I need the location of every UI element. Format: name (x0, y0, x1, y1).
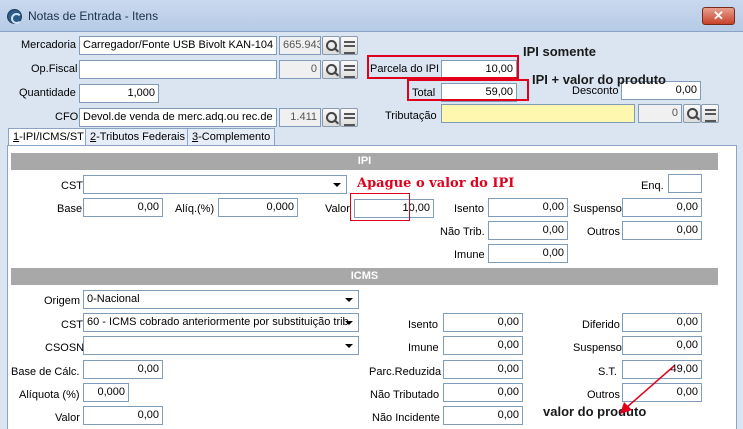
icms-csosn-select[interactable] (83, 336, 359, 355)
ipi-aliq-label: Alíq.(%) (175, 203, 215, 215)
icms-cst-value: 60 - ICMS cobrado anteriormente por subs… (87, 316, 349, 328)
mercadoria-field[interactable]: Carregador/Fonte USB Bivolt KAN-104 - (79, 36, 277, 55)
ipi-cst-select[interactable] (83, 175, 347, 194)
ipi-enq-label: Enq. (641, 180, 664, 192)
cfo-label: CFO (55, 111, 79, 123)
icms-aliq-label: Alíquota (%) (19, 389, 80, 401)
tab-label: -Complemento (198, 131, 271, 143)
icms-base-label: Base de Cálc. (11, 366, 80, 378)
icms-origem-value: 0-Nacional (87, 293, 140, 305)
ipi-imune-field[interactable]: 0,00 (488, 244, 568, 263)
cfo-code-field[interactable]: 1.411 (279, 108, 321, 127)
tributacao-label: Tributação (385, 110, 437, 122)
icms-valor-label: Valor (55, 412, 80, 424)
tributacao-search-icon[interactable] (683, 104, 701, 123)
icms-isento-label: Isento (408, 319, 438, 331)
ipi-suspenso-field[interactable]: 0,00 (622, 198, 702, 217)
title-bar: Notas de Entrada - Itens ✕ (0, 0, 743, 32)
close-button[interactable]: ✕ (702, 7, 735, 25)
ipi-naotrib-field[interactable]: 0,00 (488, 221, 568, 240)
tab-complemento[interactable]: 3-Complemento (187, 128, 276, 146)
ipi-outros-label: Outros (587, 226, 621, 238)
icms-aliq-field[interactable]: 0,000 (83, 383, 129, 402)
ipi-base-label: Base (57, 203, 83, 215)
opfiscal-label: Op.Fiscal (31, 63, 78, 75)
icms-suspenso-field[interactable]: 0,00 (622, 336, 702, 355)
icms-parcred-field[interactable]: 0,00 (443, 360, 523, 379)
quantidade-field[interactable]: 1,000 (79, 84, 159, 103)
annotation-arrow-icon (620, 365, 675, 414)
icms-suspenso-label: Suspenso (573, 342, 622, 354)
tab-tributos-federais[interactable]: 2-Tributos Federais (85, 128, 190, 146)
icms-cst-label: CST (61, 319, 83, 331)
ipi-cst-label: CST (61, 180, 83, 192)
icms-naoinc-label: Não Incidente (372, 412, 440, 424)
ipi-aliq-field[interactable]: 0,000 (218, 198, 298, 217)
tributacao-list-icon[interactable] (701, 104, 719, 123)
ipi-section-header: IPI (11, 153, 718, 170)
icms-naoinc-field[interactable]: 0,00 (443, 406, 523, 425)
opfiscal-list-icon[interactable] (340, 60, 358, 79)
icms-imune-field[interactable]: 0,00 (443, 336, 523, 355)
icms-origem-label: Origem (44, 295, 81, 307)
icms-naotrib-field[interactable]: 0,00 (443, 383, 523, 402)
icms-cst-select[interactable]: 60 - ICMS cobrado anteriormente por subs… (83, 313, 359, 332)
ipi-isento-label: Isento (454, 203, 484, 215)
icms-parcred-label: Parc.Reduzida (369, 366, 442, 378)
cfo-search-icon[interactable] (322, 108, 340, 127)
icms-origem-select[interactable]: 0-Nacional (83, 290, 359, 309)
mercadoria-code-field[interactable]: 665.943 (279, 36, 321, 55)
cfo-field[interactable]: Devol.de venda de merc.adq.ou rec.de (79, 108, 277, 127)
chevron-down-icon (333, 183, 341, 187)
icms-valor-field[interactable]: 0,00 (83, 406, 163, 425)
tab-label: -Tributos Federais (96, 131, 185, 143)
mercadoria-search-icon[interactable] (322, 36, 340, 55)
icms-imune-label: Imune (408, 342, 439, 354)
chevron-down-icon (345, 321, 353, 325)
ipi-naotrib-label: Não Trib. (440, 226, 485, 238)
ipi-suspenso-label: Suspenso (573, 203, 622, 215)
ipi-base-field[interactable]: 0,00 (83, 198, 163, 217)
opfiscal-code-field[interactable]: 0 (279, 60, 321, 79)
ipi-enq-field[interactable] (668, 174, 702, 193)
chevron-down-icon (345, 298, 353, 302)
tributacao-field[interactable] (441, 104, 635, 123)
ipi-valor-highlight (350, 193, 410, 221)
window-title: Notas de Entrada - Itens (28, 9, 159, 23)
mercadoria-list-icon[interactable] (340, 36, 358, 55)
ipi-valor-label: Valor (325, 203, 350, 215)
icms-section-header: ICMS (11, 268, 718, 285)
icms-csosn-label: CSOSN (45, 342, 85, 354)
icms-naotrib-label: Não Tributado (370, 389, 440, 401)
parcela-ipi-highlight (367, 55, 519, 79)
opfiscal-search-icon[interactable] (322, 60, 340, 79)
ipi-imune-label: Imune (454, 249, 485, 261)
tab-label: -IPI/ICMS/ST (19, 131, 84, 143)
app-icon (7, 9, 22, 24)
chevron-down-icon (345, 344, 353, 348)
mercadoria-label: Mercadoria (21, 39, 77, 51)
icms-isento-field[interactable]: 0,00 (443, 313, 523, 332)
icms-diferido-label: Diferido (582, 319, 620, 331)
ipi-outros-field[interactable]: 0,00 (622, 221, 702, 240)
total-highlight (407, 79, 529, 101)
icms-diferido-field[interactable]: 0,00 (622, 313, 702, 332)
annotation-ipi-somente: IPI somente (523, 44, 596, 59)
annotation-ipi-mais-produto: IPI + valor do produto (532, 72, 666, 87)
tributacao-code-field[interactable]: 0 (638, 104, 682, 123)
opfiscal-field[interactable] (79, 60, 277, 79)
annotation-apague: Apague o valor do IPI (357, 176, 515, 191)
cfo-list-icon[interactable] (340, 108, 358, 127)
icms-base-field[interactable]: 0,00 (83, 360, 163, 379)
quantidade-label: Quantidade (19, 87, 76, 99)
ipi-isento-field[interactable]: 0,00 (488, 198, 568, 217)
